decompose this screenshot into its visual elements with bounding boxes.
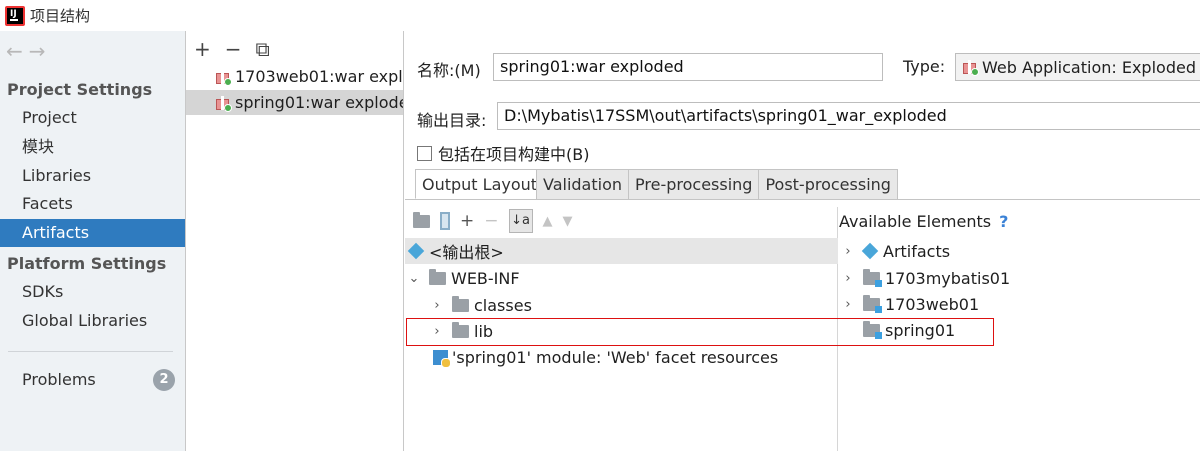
tree-label: lib [474,321,494,341]
tab-pre-processing[interactable]: Pre-processing [628,169,760,199]
sidebar-item-global-libraries[interactable]: Global Libraries [0,307,185,335]
tree-row-output-root[interactable]: <输出根> [405,238,838,264]
intellij-logo-icon: IJ [5,5,25,26]
tree-label: <输出根> [429,243,504,262]
output-layout-toolbar: + − ↓a z ▲ ▼ [413,209,573,250]
available-elements-header: Available Elements? [839,212,1008,231]
chevron-right-icon[interactable]: › [841,244,855,259]
chevron-right-icon[interactable]: › [841,297,855,312]
tree-label: 1703web01 [885,294,980,314]
new-directory-icon[interactable] [413,211,430,228]
chevron-right-icon[interactable]: › [430,298,444,313]
tree-row-classes[interactable]: › classes [405,292,532,318]
tab-validation[interactable]: Validation [536,169,630,199]
problems-label: Problems [22,370,96,389]
sidebar-item-project[interactable]: Project [0,104,185,132]
project-settings-heading: Project Settings [7,80,153,99]
tab-post-processing[interactable]: Post-processing [758,169,898,199]
nav-arrows: ←→ [6,39,52,63]
remove-artifact-icon[interactable]: − [225,37,242,61]
output-dir-label: 输出目录: [417,111,487,130]
war-artifact-icon [215,69,232,86]
output-root-icon [407,242,425,260]
artifact-name: 1703web01:war exploded [235,67,403,86]
tab-divider [405,199,1200,200]
war-artifact-icon [215,95,232,112]
forward-arrow-icon[interactable]: → [29,39,52,63]
war-artifact-icon [962,59,979,76]
add-copy-icon[interactable]: + [460,211,474,231]
output-dir-input[interactable]: D:\Mybatis\17SSM\out\artifacts\spring01_… [497,102,1200,130]
move-up-icon[interactable]: ▲ [543,214,553,229]
type-select[interactable]: Web Application: Exploded [955,53,1200,81]
tree-row-web-inf[interactable]: ⌄ WEB-INF [405,265,520,291]
folder-icon [429,268,446,285]
problems-count-badge: 2 [153,369,175,391]
sidebar: ←→ Project Settings Project 模块 Libraries… [0,31,186,451]
type-value: Web Application: Exploded [982,57,1196,77]
sort-icon[interactable]: ↓a z [508,209,533,250]
chevron-down-icon[interactable]: ⌄ [407,271,421,286]
sidebar-item-sdks[interactable]: SDKs [0,278,185,306]
sidebar-divider [8,351,173,352]
tree-label: classes [474,295,532,315]
add-artifact-icon[interactable]: + [194,37,211,61]
folder-icon [452,295,469,312]
move-down-icon[interactable]: ▼ [563,214,573,229]
chevron-right-icon[interactable]: › [841,271,855,286]
name-label: 名称:(M) [417,61,481,80]
checkbox-box[interactable] [417,145,432,161]
artifact-list-panel: + − ⧉ 1703web01:war exploded spring01:wa… [186,31,404,451]
module-folder-icon [863,320,882,339]
available-elements-title: Available Elements [839,212,992,231]
chevron-right-icon[interactable]: › [430,324,444,339]
archive-icon[interactable] [440,212,450,230]
platform-settings-heading: Platform Settings [7,254,167,273]
avail-row-artifacts[interactable]: › Artifacts [839,238,950,264]
tree-label: 1703mybatis01 [885,268,1011,288]
tree-row-lib[interactable]: › lib [405,318,493,344]
tab-output-layout[interactable]: Output Layout [415,169,537,199]
tree-row-facet-resources[interactable]: 'spring01' module: 'Web' facet resources [405,344,778,370]
artifacts-icon [861,242,879,260]
output-layout-panel: + − ↓a z ▲ ▼ <输出根> ⌄ WEB-INF › classes ›… [405,207,838,451]
artifact-editor: 名称:(M) spring01:war exploded Type: Web A… [405,31,1200,451]
back-arrow-icon[interactable]: ← [6,39,29,63]
module-folder-icon [863,268,882,287]
remove-icon[interactable]: − [484,211,498,231]
help-icon[interactable]: ? [999,212,1008,231]
tree-label: Artifacts [883,241,951,261]
sidebar-item-modules[interactable]: 模块 [0,133,185,161]
name-input[interactable]: spring01:war exploded [493,53,883,81]
type-label: Type: [903,57,946,76]
copy-artifact-icon[interactable]: ⧉ [256,37,270,61]
tab-bar: Output Layout Validation Pre-processing … [415,169,898,199]
avail-row-module[interactable]: spring01 [839,317,955,343]
artifact-row-selected[interactable]: spring01:war exploded [186,90,404,115]
avail-row-module[interactable]: › 1703web01 [839,291,979,317]
sidebar-item-artifacts[interactable]: Artifacts [0,219,185,247]
artifact-row[interactable]: 1703web01:war exploded [186,64,403,89]
include-in-build-label: 包括在项目构建中(B) [438,145,590,164]
window-title: 项目结构 [30,7,91,25]
available-elements-panel: Available Elements? › Artifacts › 1703my… [839,207,1200,451]
sidebar-item-libraries[interactable]: Libraries [0,162,185,190]
sidebar-item-problems[interactable]: Problems 2 [0,366,185,394]
sidebar-item-facets[interactable]: Facets [0,190,185,218]
avail-row-module[interactable]: › 1703mybatis01 [839,265,1010,291]
artifact-name: spring01:war exploded [235,93,404,112]
include-in-build-checkbox[interactable]: 包括在项目构建中(B) [417,141,589,165]
web-facet-icon [433,349,451,368]
tree-label: WEB-INF [451,268,520,288]
title-bar: IJ 项目结构 [0,0,1200,31]
module-folder-icon [863,294,882,313]
tree-label: 'spring01' module: 'Web' facet resources [452,347,779,367]
artifact-toolbar: + − ⧉ [194,37,270,61]
folder-icon [452,321,469,338]
tree-label: spring01 [885,320,956,340]
